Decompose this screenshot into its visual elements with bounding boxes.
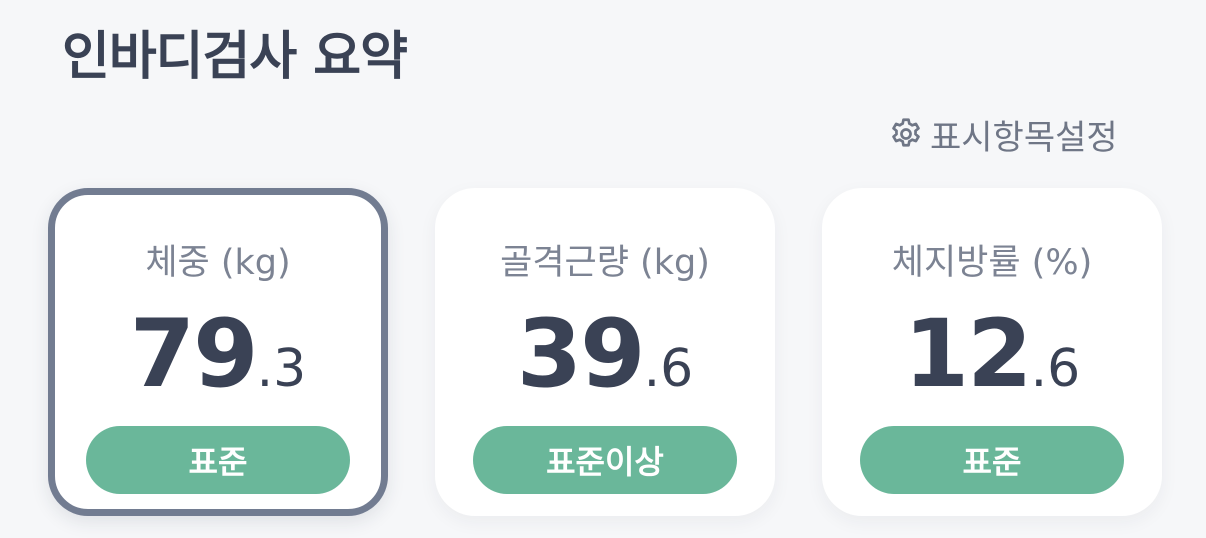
display-settings-label: 표시항목설정 — [930, 117, 1118, 158]
gear-icon — [888, 116, 924, 152]
skeletal-muscle-card[interactable]: 골격근량 (kg) 39.6 표준이상 — [435, 188, 775, 516]
card-value-integer: 79 — [129, 300, 259, 409]
card-label: 체지방률 (%) — [891, 243, 1093, 283]
body-fat-card[interactable]: 체지방률 (%) 12.6 표준 — [822, 188, 1162, 516]
display-settings-button[interactable]: 표시항목설정 — [888, 112, 1118, 158]
card-label: 체중 (kg) — [145, 243, 291, 283]
status-badge: 표준 — [860, 426, 1124, 494]
card-value: 39.6 — [435, 300, 775, 409]
page-title: 인바디검사 요약 — [62, 27, 408, 87]
card-value-decimal: .6 — [1030, 339, 1081, 399]
card-value-integer: 12 — [903, 300, 1033, 409]
card-label: 골격근량 (kg) — [500, 243, 710, 283]
card-value-decimal: .6 — [643, 339, 694, 399]
card-value-integer: 39 — [516, 300, 646, 409]
status-badge: 표준이상 — [473, 426, 737, 494]
card-value: 79.3 — [55, 300, 381, 409]
card-value: 12.6 — [822, 300, 1162, 409]
weight-card[interactable]: 체중 (kg) 79.3 표준 — [48, 188, 388, 516]
card-value-decimal: .3 — [256, 339, 307, 399]
status-badge: 표준 — [86, 426, 350, 494]
